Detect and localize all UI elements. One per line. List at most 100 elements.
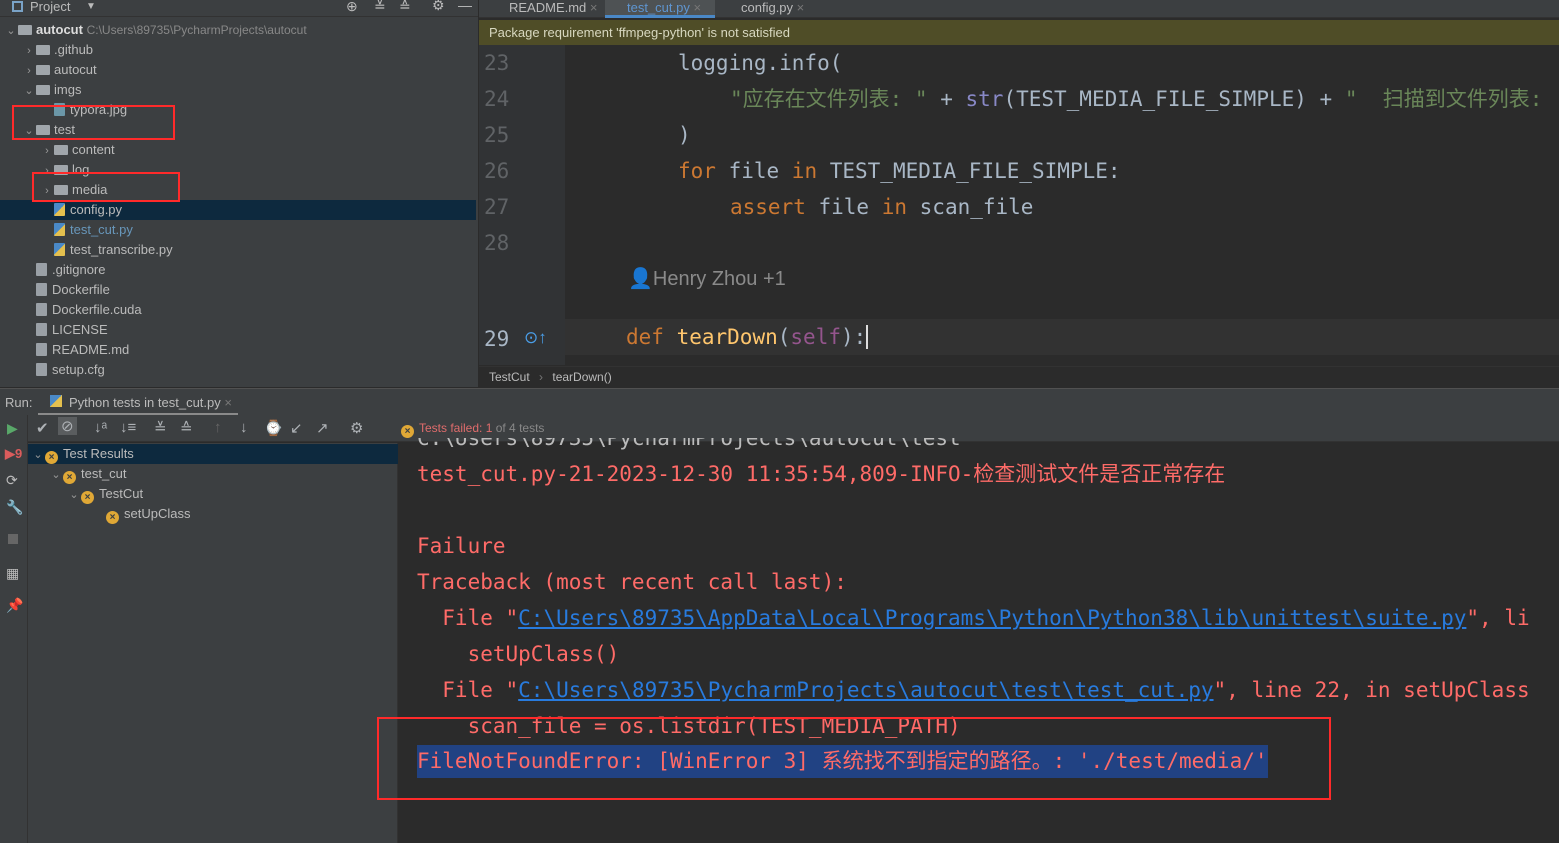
chevron-right-icon[interactable]: › xyxy=(22,61,36,81)
project-title[interactable]: Project xyxy=(30,0,70,14)
line-number: 26 xyxy=(484,159,510,183)
tree-item[interactable]: .gitignore xyxy=(0,260,476,280)
sort-duration-icon[interactable]: ↓≡ xyxy=(120,419,136,436)
tree-item[interactable]: Dockerfile xyxy=(0,280,476,300)
line-number: 28 xyxy=(484,231,510,255)
breadcrumb: TestCut › tearDown() xyxy=(479,366,1559,387)
breadcrumb-item[interactable]: TestCut xyxy=(489,370,530,384)
folder-icon xyxy=(54,145,68,155)
toggle-auto-test-icon[interactable]: ⟳ xyxy=(6,472,18,489)
collapse-all-icon[interactable]: ≙ xyxy=(399,0,411,15)
run-tab[interactable]: Python tests in test_cut.py × xyxy=(69,395,232,410)
tree-root[interactable]: ⌄ autocut C:\Users\89735\PycharmProjects\… xyxy=(0,20,476,40)
line-number: 29 xyxy=(484,327,510,351)
code-line[interactable]: ) xyxy=(678,117,691,153)
tree-item[interactable]: LICENSE xyxy=(0,320,476,340)
folder-icon xyxy=(36,45,50,55)
rerun-icon[interactable]: ▶ xyxy=(7,420,18,437)
export-icon[interactable]: ↗ xyxy=(316,419,329,437)
import-icon[interactable]: ↙ xyxy=(290,419,303,437)
console-line: File "C:\Users\89735\PycharmProjects\aut… xyxy=(417,678,1530,702)
tree-item[interactable]: setup.cfg xyxy=(0,360,476,380)
tab-test-cut[interactable]: test_cut.py × xyxy=(605,0,715,18)
tree-item[interactable]: › autocut xyxy=(0,60,476,80)
gear-icon[interactable]: ⚙ xyxy=(432,0,445,14)
tree-item-label: Dockerfile.cuda xyxy=(52,302,142,317)
test-status: × Tests failed: 1 of 4 tests xyxy=(401,421,544,438)
chevron-right-icon[interactable]: › xyxy=(22,41,36,61)
rerun-failed-icon[interactable]: ▶9 xyxy=(5,446,22,462)
tab-config[interactable]: config.py × xyxy=(719,0,819,18)
python-file-icon xyxy=(54,243,65,256)
chevron-down-icon[interactable]: ▼ xyxy=(86,0,96,14)
project-header: Project ▼ ⊕ ≚ ≙ ⚙ — xyxy=(0,0,478,17)
next-icon[interactable]: ↓ xyxy=(240,419,248,436)
project-icon xyxy=(12,1,23,12)
tree-item-label: setup.cfg xyxy=(52,362,105,377)
code-line[interactable]: def tearDown(self): xyxy=(626,319,869,355)
file-icon xyxy=(36,343,47,356)
code-line[interactable]: for file in TEST_MEDIA_FILE_SIMPLE: xyxy=(678,153,1121,189)
tree-item[interactable]: config.py xyxy=(0,200,476,220)
console-line: test_cut.py-21-2023-12-30 11:35:54,809-I… xyxy=(417,462,1226,486)
file-icon xyxy=(36,303,47,316)
tree-item[interactable]: test_transcribe.py xyxy=(0,240,476,260)
tree-item-label: .github xyxy=(54,42,94,57)
test-node[interactable]: ⌄ × TestCut xyxy=(28,484,398,504)
show-passed-icon[interactable]: ✔ xyxy=(36,419,49,437)
layout-icon[interactable]: ▦ xyxy=(6,565,19,582)
test-node[interactable]: ⌄ × Test Results xyxy=(28,444,398,464)
highlight-box xyxy=(12,105,175,140)
tree-item[interactable]: test_cut.py xyxy=(0,220,476,240)
override-icon[interactable]: ⊙↑ xyxy=(524,328,547,348)
tree-item[interactable]: › .github xyxy=(0,40,476,60)
tab-readme[interactable]: README.md × xyxy=(487,0,599,18)
folder-icon xyxy=(18,25,32,35)
locate-icon[interactable]: ⊕ xyxy=(346,0,358,15)
console-line: Failure xyxy=(417,534,506,558)
show-ignored-icon[interactable]: ⊘ xyxy=(58,417,77,435)
tree-item-label: LICENSE xyxy=(52,322,108,337)
line-number: 25 xyxy=(484,123,510,147)
code-line[interactable]: "应存在文件列表: " + str(TEST_MEDIA_FILE_SIMPLE… xyxy=(730,81,1542,117)
chevron-right-icon[interactable]: › xyxy=(40,141,54,161)
code-line[interactable]: logging.info( xyxy=(678,45,842,81)
tree-item[interactable]: Dockerfile.cuda xyxy=(0,300,476,320)
file-icon xyxy=(36,263,47,276)
run-tabbar: Run: Python tests in test_cut.py × xyxy=(0,388,1559,415)
expand-all-icon[interactable]: ≚ xyxy=(154,419,167,437)
test-node[interactable]: × setUpClass xyxy=(28,504,398,524)
breadcrumb-item[interactable]: tearDown() xyxy=(552,370,611,384)
failed-icon: × xyxy=(401,425,414,438)
tree-item-label: config.py xyxy=(70,202,123,217)
collapse-all-icon[interactable]: ≙ xyxy=(180,419,193,437)
pin-icon[interactable]: 📌 xyxy=(6,597,23,614)
test-node[interactable]: ⌄ × test_cut xyxy=(28,464,398,484)
history-icon[interactable]: ⌚ xyxy=(264,419,283,437)
gear-icon[interactable]: ⚙ xyxy=(350,419,363,437)
console-line: Traceback (most recent call last): xyxy=(417,570,847,594)
failed-icon: × xyxy=(106,511,119,524)
file-link[interactable]: C:\Users\89735\PycharmProjects\autocut\t… xyxy=(518,678,1213,702)
line-number: 23 xyxy=(484,51,510,75)
expand-all-icon[interactable]: ≚ xyxy=(374,0,386,15)
tree-item-label: imgs xyxy=(54,82,82,97)
tree-item-label: test_transcribe.py xyxy=(70,242,173,257)
code-line[interactable]: assert file in scan_file xyxy=(730,189,1033,225)
file-link[interactable]: C:\Users\89735\AppData\Local\Programs\Py… xyxy=(518,606,1466,630)
stop-icon[interactable] xyxy=(8,534,18,544)
hide-icon[interactable]: — xyxy=(458,0,472,13)
console-line: setUpClass() xyxy=(417,642,620,666)
sort-alpha-icon[interactable]: ↓ᵃ xyxy=(94,419,107,436)
chevron-down-icon[interactable]: ⌄ xyxy=(22,81,36,101)
chevron-down-icon: ⌄ xyxy=(6,25,16,37)
tree-item-label: README.md xyxy=(52,342,130,357)
tree-item-label: test_cut.py xyxy=(70,222,133,237)
console-line: File "C:\Users\89735\AppData\Local\Progr… xyxy=(417,606,1530,630)
tree-item[interactable]: › content xyxy=(0,140,476,160)
tree-item[interactable]: ⌄ imgs xyxy=(0,80,476,100)
tree-item[interactable]: README.md xyxy=(0,340,476,360)
author-hint[interactable]: 👤Henry Zhou +1 xyxy=(628,261,786,297)
previous-icon[interactable]: ↑ xyxy=(214,419,222,436)
wrench-icon[interactable]: 🔧 xyxy=(6,499,23,516)
